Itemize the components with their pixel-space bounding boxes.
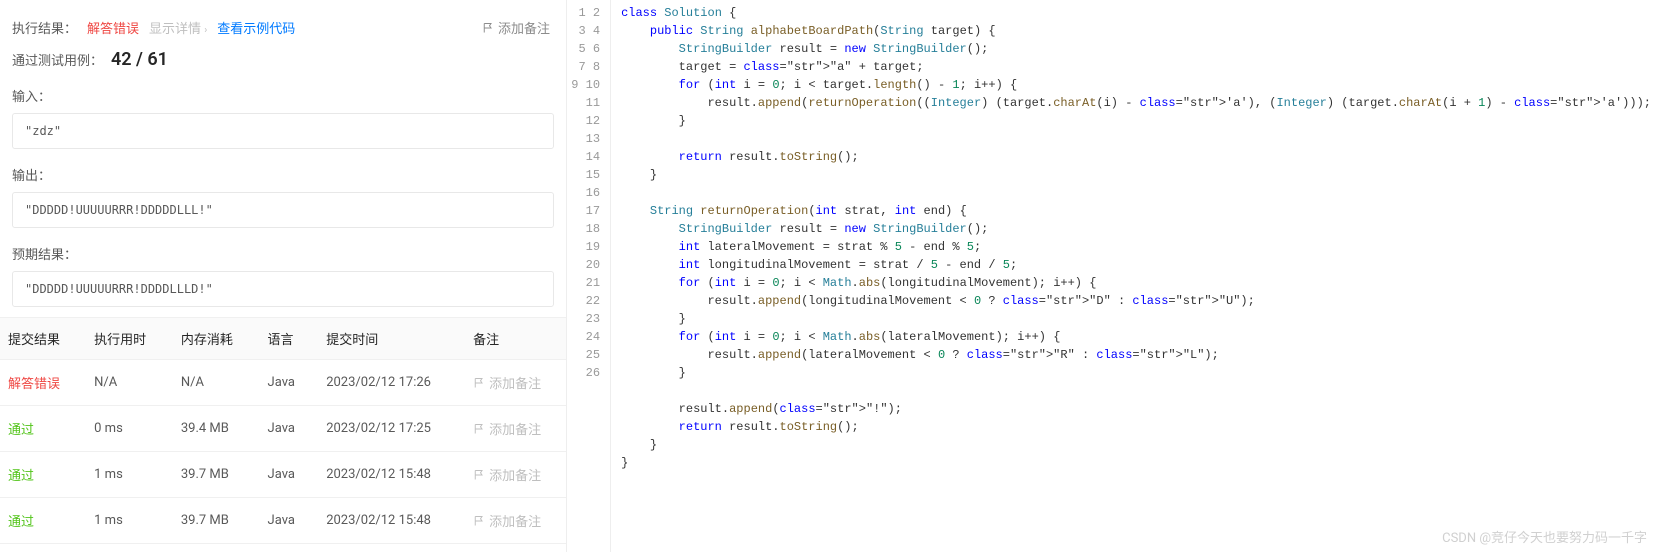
row-result: 解答错误 [8,377,60,392]
view-sample-link[interactable]: 查看示例代码 [217,18,295,37]
flag-icon [473,377,485,389]
row-add-note[interactable]: 添加备注 [473,373,554,392]
table-row[interactable]: 通过 1 ms39.7 MBJava2023/02/12 15:48 添加备注 [0,452,566,498]
row-result: 通过 [8,515,34,530]
row-runtime: 1 ms [82,498,169,544]
input-value: "zdz" [12,113,554,149]
row-add-note[interactable]: 添加备注 [473,419,554,438]
row-add-note[interactable]: 添加备注 [473,511,554,530]
row-lang: Java [256,498,315,544]
result-header: 执行结果： 解答错误 显示详情 › 查看示例代码 添加备注 [0,8,566,45]
table-row[interactable]: 解答错误N/AN/AJava2023/02/12 17:26添加备注 [0,360,566,406]
row-memory: 39.4 MB [169,406,256,452]
watermark: CSDN @竞仔今天也要努力码一千字 [1442,527,1647,546]
row-runtime: 0 ms [82,406,169,452]
table-header-row: 提交结果 执行用时 内存消耗 语言 提交时间 备注 [0,318,566,360]
col-runtime: 执行用时 [82,318,169,360]
table-row[interactable]: 通过 1 ms39.7 MBJava2023/02/12 15:48 添加备注 [0,498,566,544]
expected-label: 预期结果： [0,238,566,267]
table-row[interactable]: 通过 0 ms39.4 MBJava2023/02/12 17:25 添加备注 [0,406,566,452]
chevron-right-icon: › [204,25,207,36]
row-lang: Java [256,406,315,452]
col-memory: 内存消耗 [169,318,256,360]
row-lang: Java [256,452,315,498]
row-time: 2023/02/12 15:48 [314,498,461,544]
row-memory: 39.7 MB [169,498,256,544]
input-label: 输入： [0,80,566,109]
col-time: 提交时间 [314,318,461,360]
line-gutter: 1 2 3 4 5 6 7 8 9 10 11 12 13 14 15 16 1… [567,0,611,552]
row-memory: N/A [169,360,256,406]
output-value: "DDDDD!UUUUURRR!DDDDDLLL!" [12,192,554,228]
row-add-note[interactable]: 添加备注 [473,465,554,484]
code-content: class Solution { public String alphabetB… [611,0,1659,552]
row-time: 2023/02/12 15:48 [314,452,461,498]
code-editor[interactable]: 1 2 3 4 5 6 7 8 9 10 11 12 13 14 15 16 1… [567,0,1659,552]
col-note: 备注 [461,318,566,360]
results-panel: 执行结果： 解答错误 显示详情 › 查看示例代码 添加备注 通过测试用例： 42… [0,0,566,552]
pass-count: 42 / 61 [111,49,168,70]
row-result: 通过 [8,469,34,484]
row-runtime: N/A [82,360,169,406]
col-lang: 语言 [256,318,315,360]
row-time: 2023/02/12 17:25 [314,406,461,452]
expected-value: "DDDDD!UUUUURRR!DDDDLLLD!" [12,271,554,307]
show-detail-link[interactable]: 显示详情 › [149,18,207,37]
code-panel: 1 2 3 4 5 6 7 8 9 10 11 12 13 14 15 16 1… [566,0,1659,552]
output-label: 输出： [0,159,566,188]
row-memory: 39.7 MB [169,452,256,498]
submissions-table: 提交结果 执行用时 内存消耗 语言 提交时间 备注 解答错误N/AN/AJava… [0,317,566,544]
add-note-button[interactable]: 添加备注 [482,18,550,37]
flag-icon [473,515,485,527]
flag-icon [473,469,485,481]
row-result: 通过 [8,423,34,438]
row-lang: Java [256,360,315,406]
exec-result-label: 执行结果： [12,18,77,37]
row-time: 2023/02/12 17:26 [314,360,461,406]
flag-icon [473,423,485,435]
exec-status: 解答错误 [87,18,139,37]
pass-count-row: 通过测试用例： 42 / 61 [0,45,566,80]
flag-icon [482,22,494,34]
row-runtime: 1 ms [82,452,169,498]
pass-label: 通过测试用例： [12,50,103,69]
col-result: 提交结果 [0,318,82,360]
